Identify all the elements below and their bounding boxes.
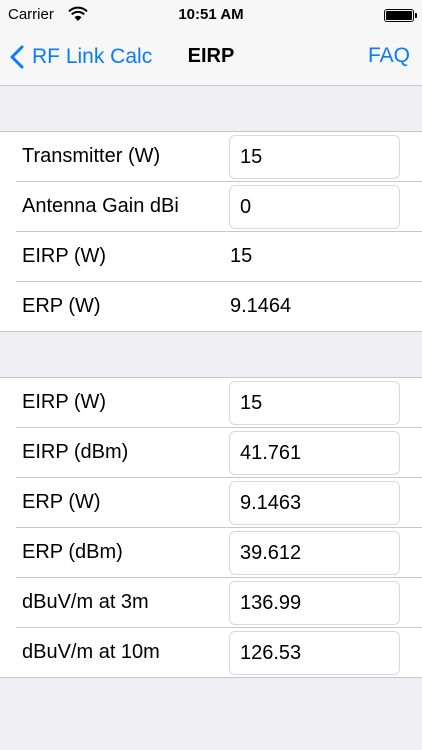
- antenna-gain-input[interactable]: 0: [229, 185, 400, 229]
- erp-watts-value: 9.1464: [230, 295, 292, 317]
- erp-dbm-input[interactable]: 39.612: [229, 531, 400, 575]
- list-item: EIRP (dBm) 41.761: [0, 428, 422, 478]
- list-item: dBuV/m at 10m 126.53: [0, 628, 422, 678]
- row-label: Antenna Gain dBi: [22, 195, 179, 217]
- field-strength-10m-input[interactable]: 126.53: [229, 631, 400, 675]
- row-label: EIRP (dBm): [22, 441, 129, 463]
- navigation-bar: RF Link Calc EIRP FAQ: [0, 30, 422, 86]
- row-label: dBuV/m at 3m: [22, 591, 149, 613]
- status-bar: Carrier 10:51 AM: [0, 0, 422, 30]
- row-label: Transmitter (W): [22, 145, 161, 167]
- list-item: dBuV/m at 3m 136.99: [0, 578, 422, 628]
- transmitter-watts-input[interactable]: 15: [229, 135, 400, 179]
- list-item: ERP (dBm) 39.612: [0, 528, 422, 578]
- list-item: EIRP (W) 15: [0, 378, 422, 428]
- list-item: Transmitter (W) 15: [0, 132, 422, 182]
- battery-icon: [384, 9, 417, 22]
- row-label: dBuV/m at 10m: [22, 641, 160, 663]
- list-item: ERP (W) 9.1463: [0, 478, 422, 528]
- erp-watts-input[interactable]: 9.1463: [229, 481, 400, 525]
- faq-button[interactable]: FAQ: [368, 44, 410, 68]
- row-label: ERP (dBm): [22, 541, 123, 563]
- row-label: ERP (W): [22, 491, 101, 513]
- page-title: EIRP: [187, 45, 235, 67]
- list-item: Antenna Gain dBi 0: [0, 182, 422, 232]
- transmitter-section: Transmitter (W) 15 Antenna Gain dBi 0 EI…: [0, 131, 422, 332]
- eirp-watts-input[interactable]: 15: [229, 381, 400, 425]
- eirp-watts-value: 15: [230, 245, 253, 267]
- conversion-section: EIRP (W) 15 EIRP (dBm) 41.761 ERP (W) 9.…: [0, 377, 422, 678]
- list-item: EIRP (W) 15: [0, 232, 422, 282]
- field-strength-3m-input[interactable]: 136.99: [229, 581, 400, 625]
- list-item: ERP (W) 9.1464: [0, 282, 422, 332]
- clock: 10:51 AM: [178, 6, 244, 23]
- row-label: ERP (W): [22, 295, 101, 317]
- eirp-dbm-input[interactable]: 41.761: [229, 431, 400, 475]
- row-label: EIRP (W): [22, 245, 107, 267]
- row-label: EIRP (W): [22, 391, 107, 413]
